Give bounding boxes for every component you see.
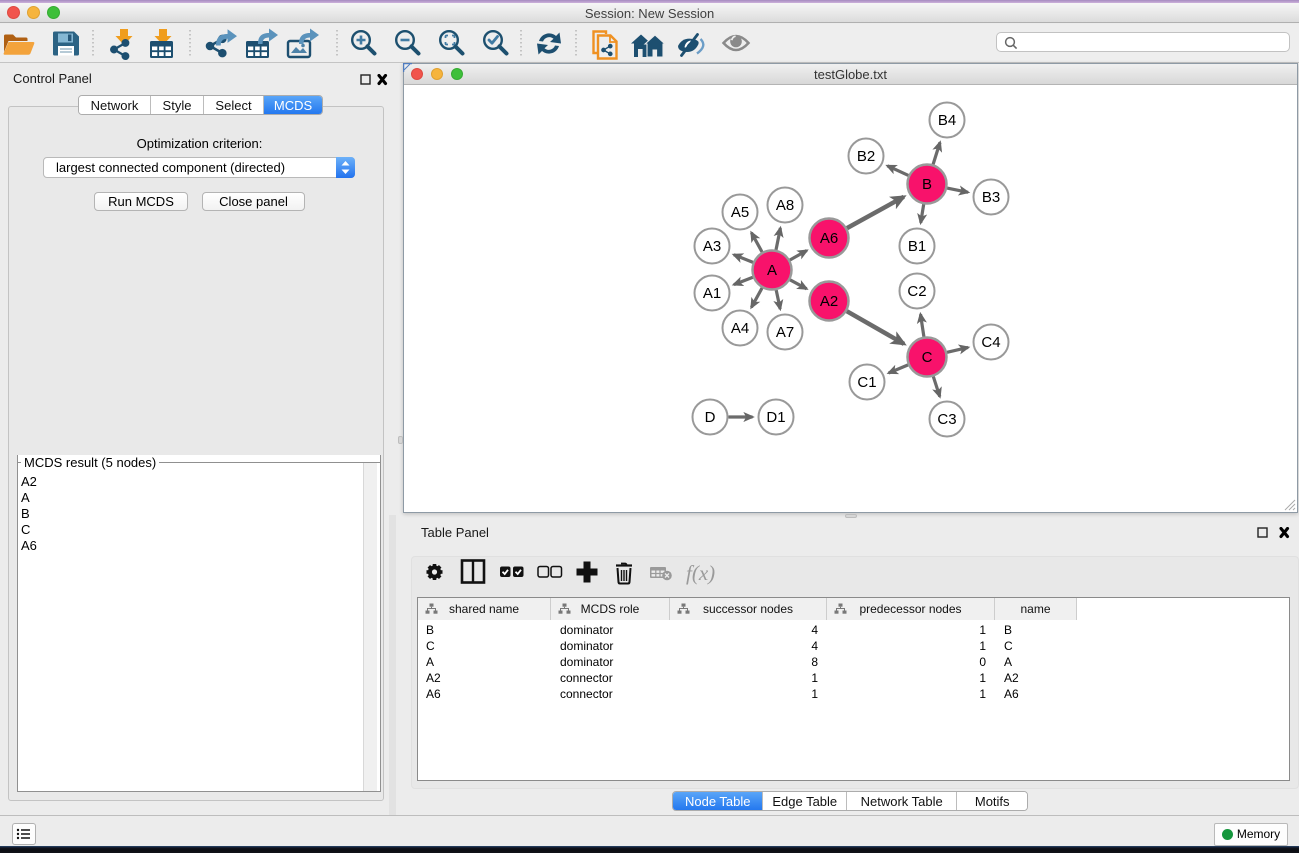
svg-text:B1: B1: [908, 238, 926, 255]
svg-text:f(x): f(x): [686, 561, 715, 585]
svg-text:C: C: [922, 349, 933, 366]
svg-text:B: B: [922, 176, 932, 193]
svg-text:A3: A3: [703, 238, 721, 255]
svg-text:B3: B3: [982, 189, 1000, 206]
svg-text:A4: A4: [731, 320, 749, 337]
svg-text:A: A: [767, 262, 777, 279]
svg-text:A8: A8: [776, 197, 794, 214]
svg-text:A7: A7: [776, 324, 794, 341]
svg-text:B2: B2: [857, 148, 875, 165]
svg-text:A6: A6: [820, 230, 838, 247]
svg-text:D1: D1: [766, 409, 785, 426]
svg-text:C1: C1: [857, 374, 876, 391]
svg-text:C3: C3: [937, 411, 956, 428]
svg-text:C2: C2: [907, 283, 926, 300]
svg-text:A2: A2: [820, 293, 838, 310]
svg-text:C4: C4: [981, 334, 1000, 351]
svg-text:A1: A1: [703, 285, 721, 302]
svg-text:B4: B4: [938, 112, 956, 129]
svg-text:D: D: [705, 409, 716, 426]
svg-text:A5: A5: [731, 204, 749, 221]
